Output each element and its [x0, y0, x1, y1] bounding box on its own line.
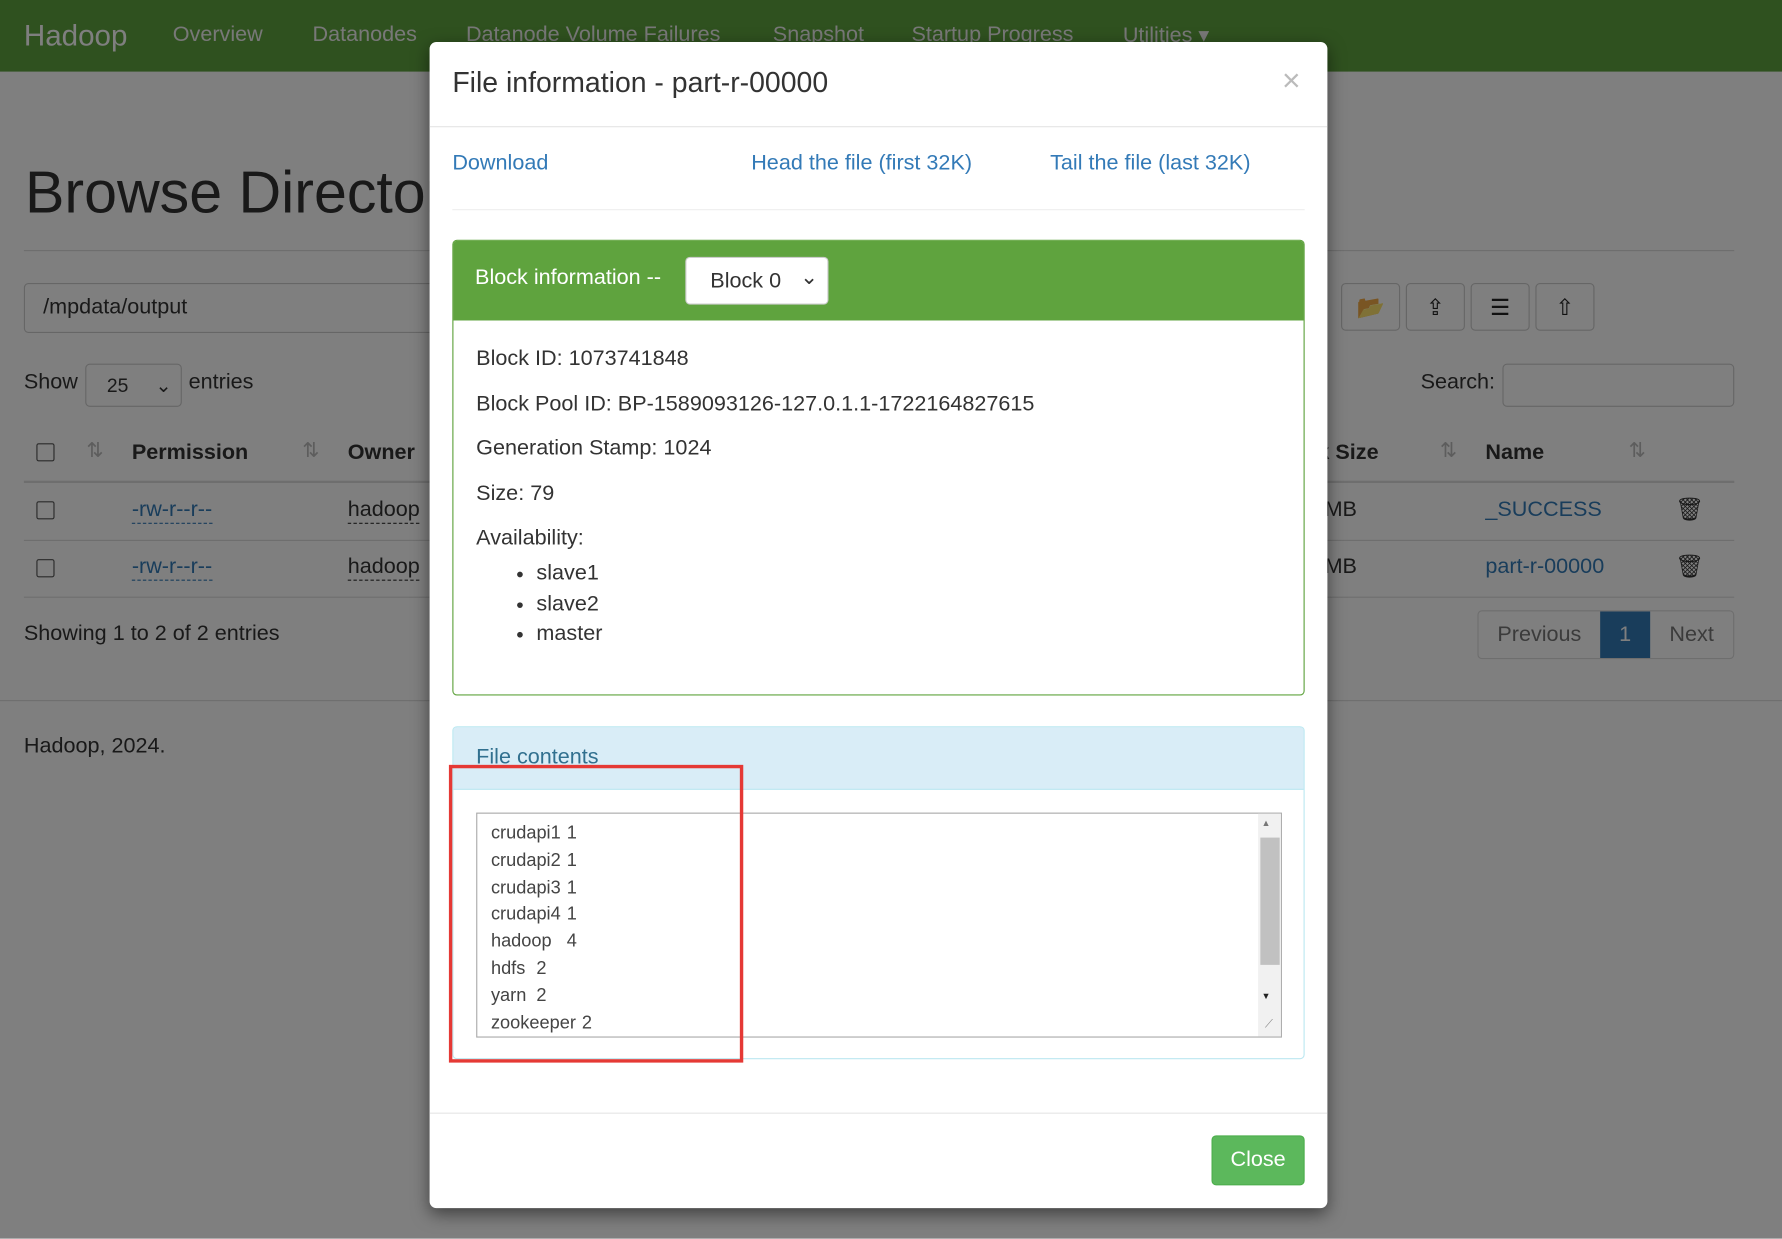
download-link[interactable]: Download [452, 151, 548, 176]
block-id: Block ID: 1073741848 [476, 346, 689, 371]
divider [452, 209, 1305, 211]
modal-title: File information - part-r-00000 [452, 67, 829, 99]
modal-header-divider [429, 126, 1328, 128]
file-info-modal: File information - part-r-00000 × Downlo… [429, 42, 1328, 1209]
close-button[interactable]: Close [1211, 1135, 1305, 1186]
block-select-value: Block 0 [710, 269, 782, 294]
highlight-box [448, 764, 744, 1063]
block-info-label: Block information -- [475, 265, 662, 290]
chevron-down-icon: ⌄ [800, 265, 819, 290]
block-panel-header: Block information -- Block 0 ⌄ [453, 240, 1304, 321]
availability-list: slave1 slave2 master [476, 559, 602, 649]
block-size: Size: 79 [476, 481, 555, 506]
node-item: slave2 [536, 589, 602, 619]
node-item: master [536, 619, 602, 649]
block-select[interactable]: Block 0 ⌄ [685, 256, 829, 305]
resize-handle-icon[interactable]: ⟋ [1265, 1018, 1273, 1031]
close-icon[interactable]: × [1282, 63, 1301, 99]
block-pool-id: Block Pool ID: BP-1589093126-127.0.1.1-1… [476, 392, 1035, 416]
modal-footer-divider [429, 1112, 1328, 1114]
browser-viewport: Hadoop Overview Datanodes Datanode Volum… [0, 0, 1782, 1239]
generation-stamp: Generation Stamp: 1024 [476, 436, 712, 461]
node-item: slave1 [536, 559, 602, 589]
block-info-panel: Block information -- Block 0 ⌄ Block ID: … [452, 239, 1305, 696]
head-file-link[interactable]: Head the file (first 32K) [751, 151, 972, 176]
availability-label: Availability: [476, 526, 584, 551]
tail-file-link[interactable]: Tail the file (last 32K) [1050, 151, 1250, 176]
scroll-up-icon[interactable]: ▲ [1261, 818, 1270, 828]
scrollbar[interactable]: ▲ ▼ ⟋ [1258, 813, 1281, 1037]
scrollbar-thumb[interactable] [1260, 837, 1280, 965]
scroll-down-icon[interactable]: ▼ [1261, 991, 1270, 1001]
